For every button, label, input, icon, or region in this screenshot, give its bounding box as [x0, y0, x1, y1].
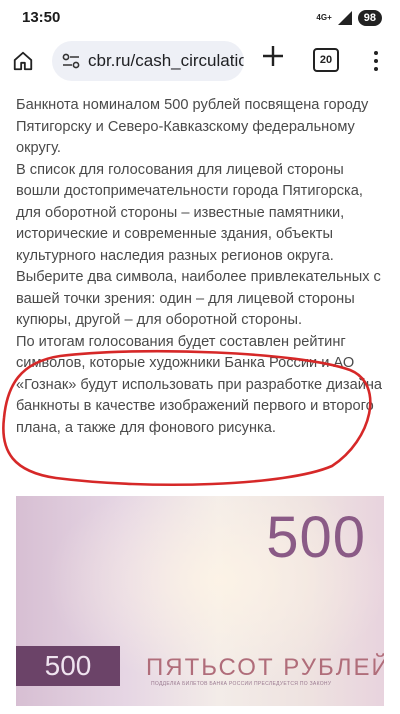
- battery-indicator: 98: [357, 10, 382, 26]
- home-icon: [13, 51, 33, 71]
- banknote-denomination: 500: [266, 505, 366, 570]
- more-menu-icon[interactable]: [366, 46, 386, 76]
- browser-toolbar: cbr.ru/cash_circulatio 20: [0, 36, 400, 86]
- banknote-image: 500 500 ПЯТЬСОТ РУБЛЕЙ ПОДДЕЛКА БИЛЕТОВ …: [16, 496, 384, 706]
- paragraph-voting-result: По итогам голосования будет составлен ре…: [16, 333, 383, 436]
- site-settings-icon[interactable]: [62, 53, 80, 69]
- status-bar: 13:50 4G+ 98: [0, 0, 400, 36]
- url-text: cbr.ru/cash_circulatio: [88, 51, 244, 70]
- plus-icon: [263, 46, 283, 66]
- banknote-small-denomination: 500: [44, 650, 92, 681]
- address-bar[interactable]: cbr.ru/cash_circulatio: [52, 41, 244, 81]
- signal-icon: [337, 11, 352, 25]
- status-time: 13:50: [22, 9, 61, 26]
- paragraph-voting-list: В список для голосования для лицевой сто…: [16, 161, 381, 329]
- banknote-denomination-words: ПЯТЬСОТ РУБЛЕЙ: [146, 654, 384, 681]
- banknote-warning-text: ПОДДЕЛКА БИЛЕТОВ БАНКА РОССИИ ПРЕСЛЕДУЕТ…: [151, 681, 332, 687]
- new-tab-button[interactable]: [258, 43, 288, 73]
- article-text: Банкнота номиналом 500 рублей посвящена …: [16, 95, 386, 439]
- home-button[interactable]: [8, 46, 38, 76]
- paragraph-intro: Банкнота номиналом 500 рублей посвящена …: [16, 97, 369, 156]
- status-icons: 4G+ 98: [316, 9, 382, 27]
- tab-switcher-button[interactable]: 20: [313, 48, 339, 72]
- network-type-label: 4G+: [316, 13, 332, 22]
